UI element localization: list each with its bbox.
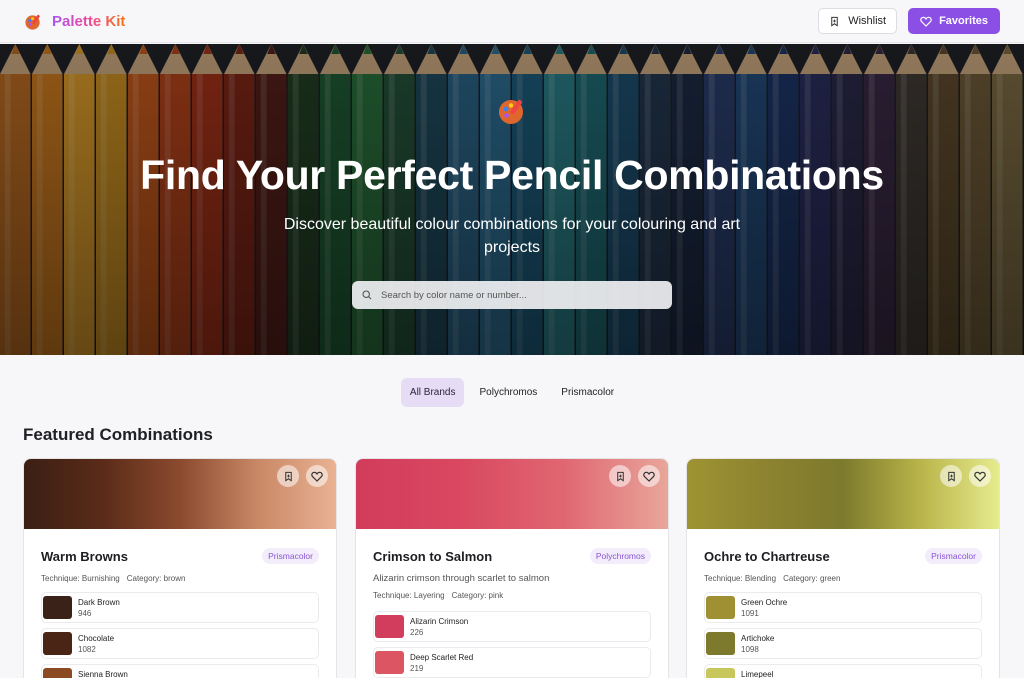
- color-item[interactable]: Sienna Brown945: [41, 664, 319, 678]
- hero-banner: Find Your Perfect Pencil Combinations Di…: [0, 44, 1024, 355]
- add-to-wishlist-button[interactable]: [277, 465, 299, 487]
- wishlist-label: Wishlist: [848, 15, 887, 27]
- filter-all-brands[interactable]: All Brands: [400, 378, 465, 407]
- color-list: Alizarin Crimson 226 Deep Scarlet Red 219: [373, 611, 651, 678]
- color-item[interactable]: Limepeel1005: [704, 664, 982, 678]
- color-item[interactable]: Chocolate 1082: [41, 628, 319, 659]
- favorite-button[interactable]: [969, 465, 991, 487]
- category-label: Category: brown: [126, 574, 186, 583]
- filter-prismacolor[interactable]: Prismacolor: [552, 378, 623, 407]
- bookmark-icon: [616, 471, 624, 482]
- favorites-button[interactable]: Favorites: [908, 8, 1000, 34]
- technique-label: Technique: Blending: [704, 574, 777, 583]
- card-description: Alizarin crimson through scarlet to salm…: [373, 573, 550, 584]
- color-item[interactable]: Dark Brown 946: [41, 592, 319, 623]
- color-swatch: [43, 596, 72, 619]
- color-swatch: [375, 615, 404, 638]
- favorite-button[interactable]: [638, 465, 660, 487]
- color-swatch: [706, 632, 735, 655]
- wishlist-button[interactable]: Wishlist: [818, 8, 898, 34]
- combination-card[interactable]: Warm Browns Prismacolor Technique: Burni…: [23, 458, 337, 678]
- color-name: Limepeel: [741, 669, 774, 678]
- color-name: Artichoke: [741, 633, 775, 643]
- color-swatch: [706, 596, 735, 619]
- color-name: Sienna Brown: [78, 669, 128, 678]
- heart-icon: [974, 471, 986, 482]
- color-item[interactable]: Artichoke 1098: [704, 628, 982, 659]
- category-label: Category: green: [783, 574, 841, 583]
- section-title: Featured Combinations: [23, 425, 213, 444]
- color-number: 219: [410, 663, 424, 673]
- color-name: Dark Brown: [78, 597, 120, 607]
- favorite-button[interactable]: [306, 465, 328, 487]
- color-number: 226: [410, 627, 424, 637]
- technique-label: Technique: Burnishing: [41, 574, 120, 583]
- bookmark-icon: [831, 16, 838, 27]
- heart-icon: [643, 471, 655, 482]
- color-name: Chocolate: [78, 633, 115, 643]
- gradient-preview: [356, 459, 668, 529]
- color-item[interactable]: Alizarin Crimson 226: [373, 611, 651, 642]
- color-swatch: [43, 632, 72, 655]
- card-title: Warm Browns: [41, 548, 128, 564]
- card-meta: Technique: Layering Category: pink: [373, 591, 651, 600]
- color-swatch: [375, 651, 404, 674]
- card-meta: Technique: Burnishing Category: brown: [41, 574, 319, 583]
- hero-subtitle: Discover beautiful colour combinations f…: [283, 216, 741, 256]
- color-name: Alizarin Crimson: [410, 616, 469, 626]
- color-list: Dark Brown 946 Chocolate 1082 Sienna Brown…: [41, 592, 319, 678]
- brand-badge: Prismacolor: [925, 548, 982, 564]
- search-bar[interactable]: [352, 281, 672, 309]
- combination-card[interactable]: Crimson to Salmon Polychromos Alizarin c…: [355, 458, 669, 678]
- color-swatch: [43, 668, 72, 678]
- color-list: Green Ochre1091 Artichoke1098 Limepeel10…: [704, 592, 982, 678]
- add-to-wishlist-button[interactable]: [940, 465, 962, 487]
- card-title: Crimson to Salmon: [373, 548, 493, 564]
- technique-label: Technique: Layering: [373, 591, 445, 600]
- bookmark-icon: [284, 471, 292, 482]
- filter-polychromos[interactable]: Polychromos: [470, 378, 546, 407]
- brand-name: Palette Kit: [52, 12, 126, 30]
- category-label: Category: pink: [451, 591, 504, 600]
- brand-badge: Prismacolor: [262, 548, 319, 564]
- heart-icon: [311, 471, 323, 482]
- hero-title: Find Your Perfect Pencil Combinations: [140, 152, 884, 198]
- add-to-wishlist-button[interactable]: [609, 465, 631, 487]
- color-name: Deep Scarlet Red: [410, 652, 474, 662]
- search-icon: [362, 290, 372, 300]
- brand-badge: Polychromos: [589, 548, 651, 564]
- color-name: Green Ochre: [741, 597, 788, 607]
- brand-filter-tabs: All Brands Polychromos Prismacolor: [0, 378, 1024, 407]
- gradient-preview: [24, 459, 336, 529]
- color-number: 1091: [741, 608, 759, 618]
- gradient-preview: [687, 459, 999, 529]
- color-number: 1098: [741, 644, 759, 654]
- favorites-label: Favorites: [939, 15, 988, 27]
- color-number: 946: [78, 608, 92, 618]
- color-swatch: [706, 668, 735, 678]
- bookmark-icon: [947, 471, 955, 482]
- combination-card[interactable]: Ochre to Chartreuse Prismacolor Techniqu…: [686, 458, 1000, 678]
- top-navigation-bar: Palette Kit Wishlist Favorites: [0, 0, 1024, 43]
- card-title: Ochre to Chartreuse: [704, 548, 830, 564]
- heart-icon: [920, 16, 932, 27]
- palette-logo-icon: [499, 99, 523, 124]
- search-input[interactable]: [381, 289, 661, 301]
- palette-icon: [25, 14, 40, 30]
- color-item[interactable]: Deep Scarlet Red 219: [373, 647, 651, 678]
- color-item[interactable]: Green Ochre 1091: [704, 592, 982, 623]
- color-number: 1082: [78, 644, 96, 654]
- card-meta: Technique: Blending Category: green: [704, 574, 982, 583]
- brand[interactable]: Palette Kit: [24, 12, 125, 31]
